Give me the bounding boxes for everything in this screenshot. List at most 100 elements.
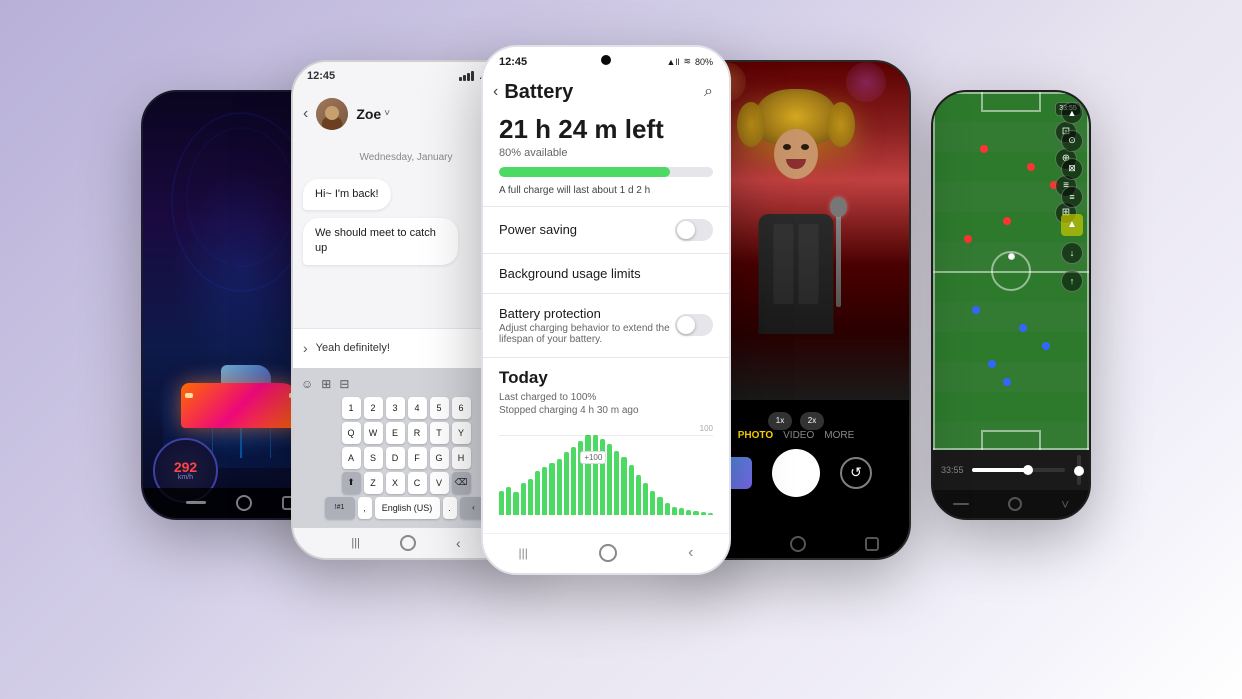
bar-24	[665, 503, 670, 515]
side-icon-2[interactable]: ⊙	[1061, 130, 1083, 152]
chart-bars	[499, 435, 713, 515]
mic-stand	[836, 207, 841, 307]
camera-zoom-bar: 1x 2x	[768, 412, 824, 430]
key-s[interactable]: S	[364, 447, 383, 469]
key-symbols[interactable]: !#1	[325, 497, 355, 519]
chart-y-label: 100	[700, 424, 713, 433]
phone4-nav-back[interactable]	[865, 537, 879, 551]
side-icon-6[interactable]: ↑	[1061, 270, 1083, 292]
bar-1	[499, 491, 504, 515]
key-w[interactable]: W	[364, 422, 383, 444]
bar-7	[542, 467, 547, 515]
phone3-nav-home[interactable]	[599, 544, 617, 562]
key-y[interactable]: Y	[452, 422, 471, 444]
phone4-nav-home[interactable]	[790, 536, 806, 552]
bar-18	[621, 457, 626, 515]
battery-time-remaining: 21 h 24 m left	[499, 114, 713, 145]
msg-dropdown-icon[interactable]: ˅	[384, 108, 390, 119]
msg-reply-text: Yeah definitely!	[316, 342, 390, 354]
phone3-nav-bar: ||| ‹	[483, 533, 729, 573]
key-v[interactable]: V	[430, 472, 449, 494]
key-c[interactable]: C	[408, 472, 427, 494]
bar-25	[672, 507, 677, 515]
battery-back-button[interactable]: ‹	[493, 83, 498, 101]
player-blue-3	[988, 360, 996, 368]
chart-area: +100	[499, 435, 713, 515]
phone3-nav-back[interactable]: ‹	[688, 544, 693, 562]
singer-eye-left	[783, 144, 791, 150]
key-4[interactable]: 4	[408, 397, 427, 419]
key-space[interactable]: English (US)	[375, 497, 440, 519]
key-1[interactable]: 1	[342, 397, 361, 419]
football-ball	[1008, 253, 1015, 260]
nav-home-icon[interactable]	[236, 495, 252, 511]
key-2[interactable]: 2	[364, 397, 383, 419]
phone2-nav-lines[interactable]: |||	[351, 537, 360, 549]
side-icon-4[interactable]: ≡	[1061, 186, 1083, 208]
key-a[interactable]: A	[342, 447, 361, 469]
phone2-nav-back[interactable]: ‹	[456, 535, 461, 551]
cam-mode-video[interactable]: VIDEO	[783, 430, 814, 441]
speedometer-unit: km/h	[178, 474, 193, 481]
bar-19	[629, 465, 634, 515]
attach-icon[interactable]: ⊟	[339, 377, 349, 391]
battery-search-button[interactable]: ⌕	[704, 83, 713, 101]
key-5[interactable]: 5	[430, 397, 449, 419]
emoji-icon[interactable]: ☺	[301, 377, 313, 391]
key-period[interactable]: .	[443, 497, 457, 519]
cam-mode-more[interactable]: MORE	[824, 430, 854, 441]
power-saving-row[interactable]: Power saving	[499, 207, 713, 253]
key-comma[interactable]: ,	[358, 497, 372, 519]
key-6[interactable]: 6	[452, 397, 471, 419]
key-d[interactable]: D	[386, 447, 405, 469]
key-g[interactable]: G	[430, 447, 449, 469]
gif-icon[interactable]: ⊞	[321, 377, 331, 391]
battery-bar-fill	[499, 167, 670, 177]
battery-protection-row[interactable]: Battery protection Adjust charging behav…	[499, 294, 713, 357]
key-3[interactable]: 3	[386, 397, 405, 419]
bar-8	[549, 463, 554, 515]
key-f[interactable]: F	[408, 447, 427, 469]
side-icon-5[interactable]: ↓	[1061, 242, 1083, 264]
msg-received-2: We should meet to catch up	[303, 218, 458, 265]
chart-top-line	[499, 435, 713, 436]
singer-hair-right	[827, 102, 855, 147]
timeline-handle[interactable]	[1023, 465, 1033, 475]
zoom-2x[interactable]: 2x	[800, 412, 824, 430]
football-timeline: 33:55	[933, 450, 1089, 490]
key-r[interactable]: R	[408, 422, 427, 444]
phone5-nav-back[interactable]: ˅	[1061, 496, 1069, 512]
key-z[interactable]: Z	[364, 472, 383, 494]
bg-usage-row[interactable]: Background usage limits	[499, 254, 713, 293]
key-delete[interactable]: ⌫	[452, 472, 471, 494]
phone3-nav-lines[interactable]: |||	[519, 546, 528, 560]
battery-progress-bar	[499, 167, 713, 177]
car-body	[181, 383, 301, 438]
bar-11	[571, 447, 576, 515]
msg-contact-name: Zoe	[356, 106, 381, 122]
key-shift[interactable]: ⬆	[342, 472, 361, 494]
phone5-nav-lines[interactable]	[953, 503, 969, 505]
timeline-progress	[972, 468, 1028, 472]
battery-full-charge-label: A full charge will last about 1 d 2 h	[499, 185, 713, 196]
volume-slider[interactable]	[1077, 455, 1081, 485]
key-t[interactable]: T	[430, 422, 449, 444]
phone5-nav-home[interactable]	[1008, 497, 1022, 511]
phone2-nav-home[interactable]	[400, 535, 416, 551]
side-icon-3[interactable]: ⊠	[1061, 158, 1083, 180]
battery-protection-toggle[interactable]	[675, 314, 713, 336]
msg-back-button[interactable]: ‹	[303, 105, 308, 123]
key-q[interactable]: Q	[342, 422, 361, 444]
key-h[interactable]: H	[452, 447, 471, 469]
cam-mode-photo[interactable]: PHOTO	[738, 430, 773, 441]
camera-flip-button[interactable]: ↺	[840, 457, 872, 489]
key-x[interactable]: X	[386, 472, 405, 494]
shutter-button[interactable]	[772, 449, 820, 497]
timeline-bar[interactable]	[972, 468, 1065, 472]
key-e[interactable]: E	[386, 422, 405, 444]
side-icon-1[interactable]: ▲	[1061, 102, 1083, 124]
power-saving-toggle[interactable]	[675, 219, 713, 241]
nav-lines-icon[interactable]	[186, 501, 206, 504]
fb-time-start: 33:55	[941, 465, 964, 475]
zoom-1x[interactable]: 1x	[768, 412, 792, 430]
